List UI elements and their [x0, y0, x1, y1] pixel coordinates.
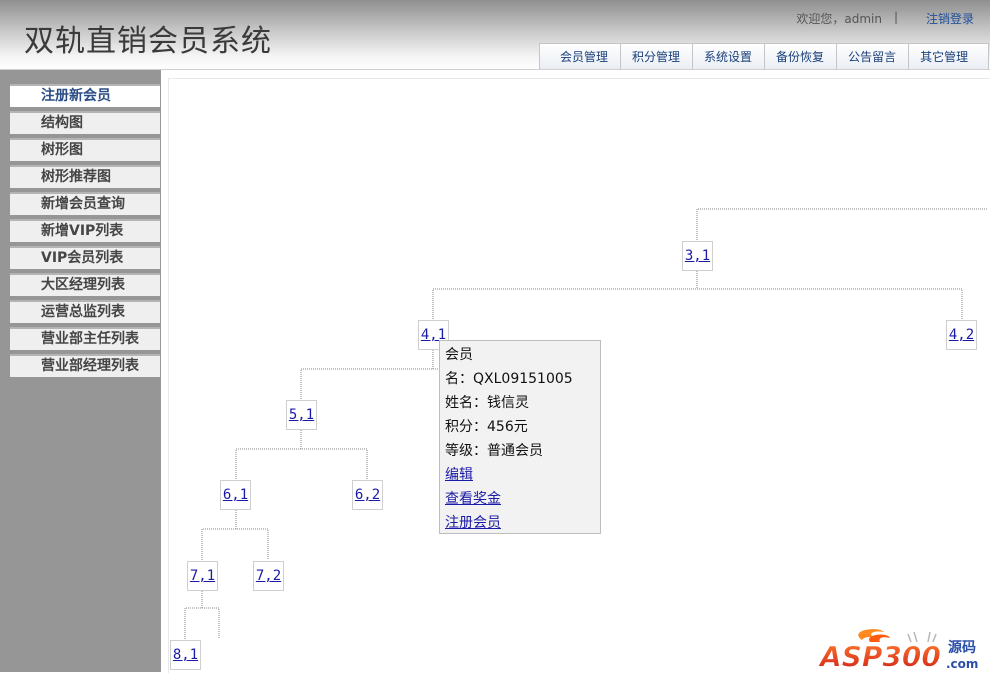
sidebar-item-regional-manager-list[interactable]: 大区经理列表 — [10, 273, 160, 296]
sidebar-item-operations-director-list[interactable]: 运营总监列表 — [10, 300, 160, 323]
sidebar-item-referral-tree[interactable]: 树形推荐图 — [10, 165, 160, 188]
tree-node-link[interactable]: 3,1 — [685, 248, 710, 264]
watermark-text: ASP300 — [818, 640, 941, 672]
tree-node[interactable]: 6,2 — [352, 480, 383, 510]
tree-node[interactable]: 6,1 — [220, 480, 251, 510]
sidebar-item-branch-manager-list[interactable]: 营业部经理列表 — [10, 354, 160, 377]
tree-node[interactable]: 7,1 — [187, 561, 218, 591]
tree-node-link[interactable]: 5,1 — [289, 407, 314, 423]
view-bonus-link[interactable]: 查看奖金 — [445, 487, 595, 511]
tree-node[interactable]: 3,1 — [682, 241, 713, 271]
tree-node-link[interactable]: 8,1 — [173, 647, 198, 663]
tree-node-link[interactable]: 6,2 — [355, 487, 380, 503]
tab-member-management[interactable]: 会员管理 — [540, 44, 620, 70]
tab-points-management[interactable]: 积分管理 — [620, 44, 692, 70]
tab-backup-restore[interactable]: 备份恢复 — [764, 44, 836, 70]
tree-node[interactable]: 8,1 — [170, 640, 201, 670]
logout-link[interactable]: 注销登录 — [926, 10, 974, 27]
tree-node-link[interactable]: 7,1 — [190, 568, 215, 584]
tooltip-level: 等级：普通会员 — [445, 443, 543, 459]
sidebar-item-new-member-query[interactable]: 新增会员查询 — [10, 192, 160, 215]
watermark-domain: .com — [946, 657, 978, 671]
edit-link[interactable]: 编辑 — [445, 463, 595, 487]
app-title: 双轨直销会员系统 — [24, 24, 272, 59]
tree-node[interactable]: 4,2 — [946, 320, 977, 350]
tab-other-management[interactable]: 其它管理 — [908, 44, 988, 70]
header-separator: | — [893, 10, 898, 24]
tooltip-name: 姓名：钱信灵 — [445, 395, 529, 411]
tree-node-link[interactable]: 7,2 — [256, 568, 281, 584]
sidebar-item-branch-director-list[interactable]: 营业部主任列表 — [10, 327, 160, 350]
sidebar-item-vip-member-list[interactable]: VIP会员列表 — [10, 246, 160, 269]
watermark-suffix: 源码 — [948, 639, 976, 656]
tree-node[interactable]: 7,2 — [253, 561, 284, 591]
asp300-watermark-logo: ASP300 源码 .com — [818, 629, 978, 672]
register-member-link[interactable]: 注册会员 — [445, 511, 595, 535]
sidebar: 注册新会员 结构图 树形图 树形推荐图 新增会员查询 新增VIP列表 VIP会员… — [0, 70, 161, 672]
member-info-tooltip: 会员 名：QXL09151005 姓名：钱信灵 积分：456元 等级：普通会员 … — [439, 340, 601, 534]
header: 双轨直销会员系统 欢迎您，admin | 注销登录 会员管理 积分管理 系统设置… — [0, 0, 990, 70]
sidebar-item-register-member[interactable]: 注册新会员 — [10, 84, 160, 107]
sidebar-item-new-vip-list[interactable]: 新增VIP列表 — [10, 219, 160, 242]
tooltip-username: 名：QXL09151005 — [445, 371, 573, 387]
tab-announcements[interactable]: 公告留言 — [836, 44, 908, 70]
sidebar-item-structure-chart[interactable]: 结构图 — [10, 111, 160, 134]
tree-node-link[interactable]: 4,2 — [949, 327, 974, 343]
tooltip-points: 积分：456元 — [445, 419, 528, 435]
tree-node-link[interactable]: 6,1 — [223, 487, 248, 503]
sidebar-item-tree-chart[interactable]: 树形图 — [10, 138, 160, 161]
tab-system-settings[interactable]: 系统设置 — [692, 44, 764, 70]
tooltip-type: 会员 — [445, 347, 473, 363]
top-nav: 会员管理 积分管理 系统设置 备份恢复 公告留言 其它管理 — [539, 43, 990, 70]
tree-node[interactable]: 5,1 — [286, 400, 317, 430]
welcome-text: 欢迎您，admin — [796, 12, 882, 26]
